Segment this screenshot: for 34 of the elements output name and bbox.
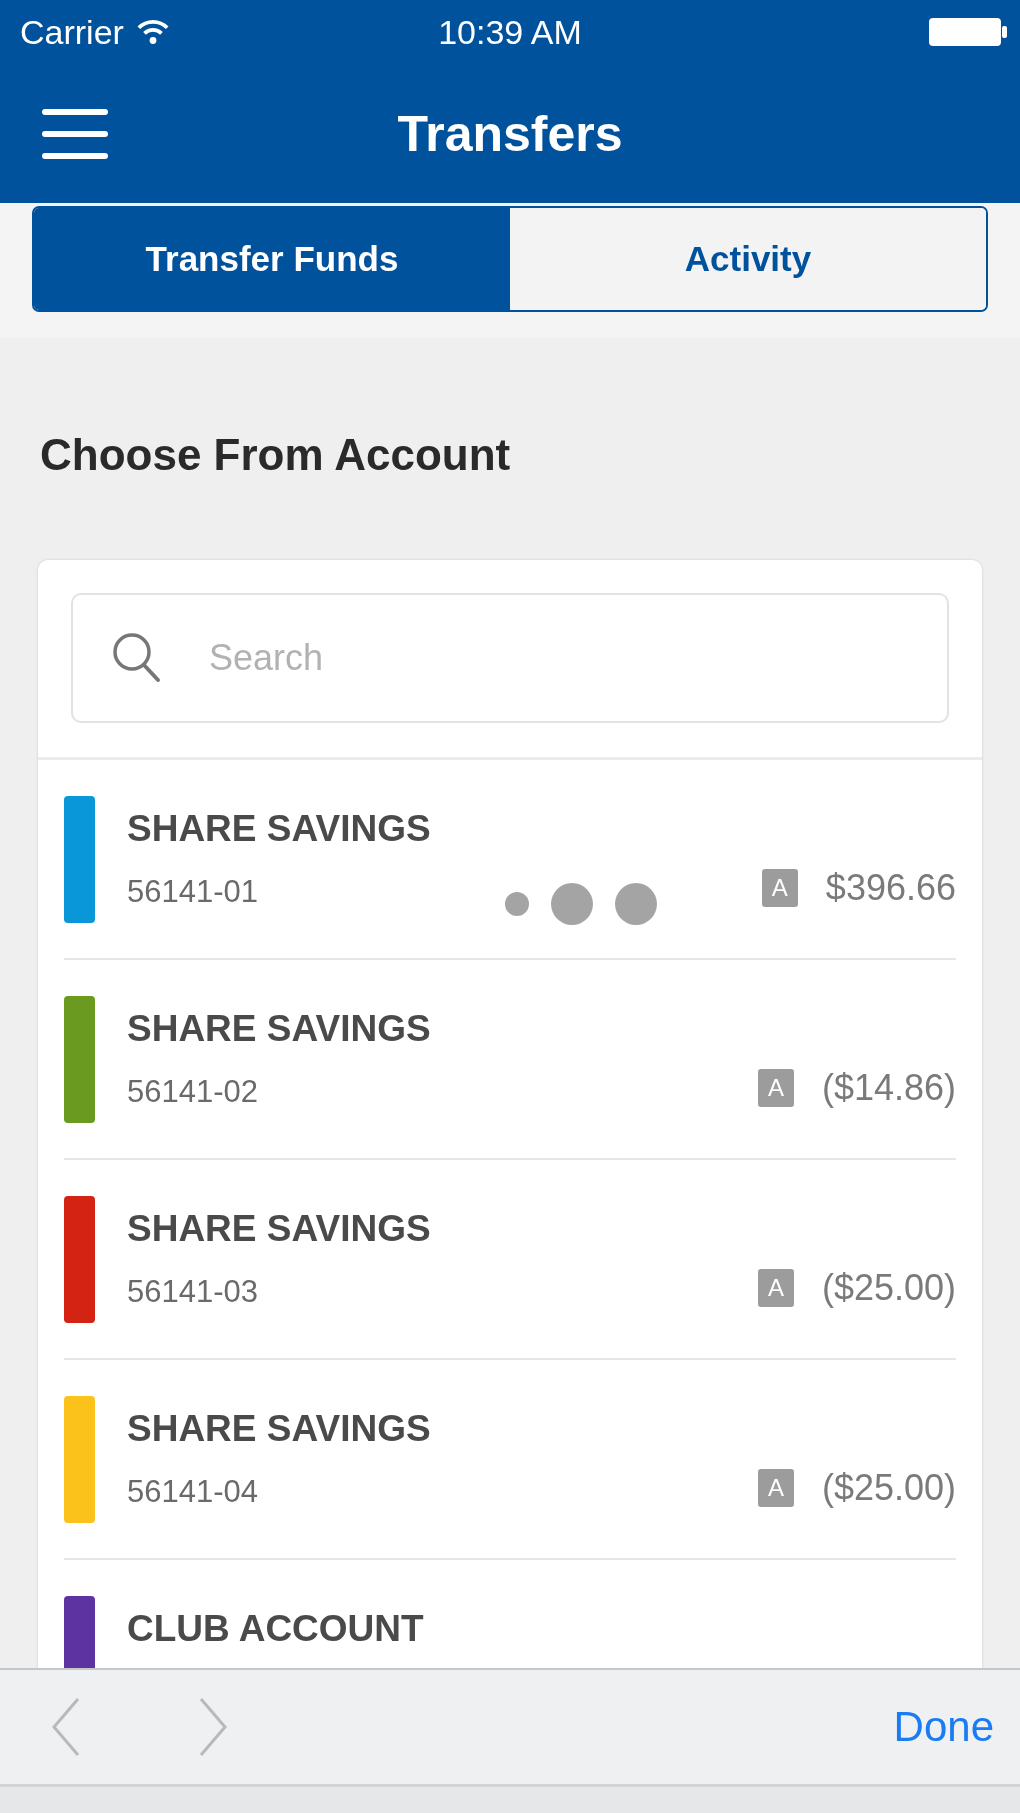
account-row[interactable]: SHARE SAVINGS 56141-02 A ($14.86) bbox=[64, 960, 956, 1160]
clock: 10:39 AM bbox=[437, 12, 583, 52]
account-name: SHARE SAVINGS bbox=[127, 1408, 431, 1450]
account-balance: ($25.00) bbox=[821, 1267, 956, 1309]
next-button[interactable] bbox=[197, 1697, 229, 1757]
account-balance: ($25.00) bbox=[821, 1467, 956, 1509]
search-icon bbox=[111, 631, 161, 683]
account-number: 56141-02 bbox=[127, 1074, 259, 1110]
account-type-badge: A bbox=[757, 1069, 794, 1107]
account-name: CLUB ACCOUNT bbox=[127, 1608, 424, 1650]
section-heading: Choose From Account bbox=[39, 429, 512, 481]
account-type-badge: A bbox=[757, 1269, 794, 1307]
done-button[interactable]: Done bbox=[893, 1703, 994, 1751]
menu-icon[interactable] bbox=[42, 106, 108, 161]
wifi-icon bbox=[135, 19, 170, 45]
account-row[interactable]: SHARE SAVINGS 56141-04 A ($25.00) bbox=[64, 1360, 956, 1560]
search-field[interactable]: Search bbox=[71, 593, 949, 723]
page-title: Transfers bbox=[397, 104, 623, 163]
account-name: SHARE SAVINGS bbox=[127, 1008, 431, 1050]
account-balance: $396.66 bbox=[825, 867, 956, 909]
previous-button[interactable] bbox=[50, 1697, 82, 1757]
account-row[interactable]: SHARE SAVINGS 56141-03 A ($25.00) bbox=[64, 1160, 956, 1360]
account-number: 56141-03 bbox=[127, 1274, 259, 1310]
battery-icon bbox=[928, 17, 1008, 47]
account-type-badge: A bbox=[761, 869, 798, 907]
account-balance: ($14.86) bbox=[821, 1067, 956, 1109]
account-name: SHARE SAVINGS bbox=[127, 808, 431, 850]
account-number: 56141-01 bbox=[127, 874, 259, 910]
account-type-badge: A bbox=[757, 1469, 794, 1507]
account-row[interactable]: SHARE SAVINGS 56141-01 A $396.66 bbox=[64, 760, 956, 960]
account-name: SHARE SAVINGS bbox=[127, 1208, 431, 1250]
carrier-label: Carrier bbox=[20, 12, 124, 52]
account-number: 56141-04 bbox=[127, 1474, 259, 1510]
tab[interactable]: Transfer Funds bbox=[34, 208, 510, 310]
